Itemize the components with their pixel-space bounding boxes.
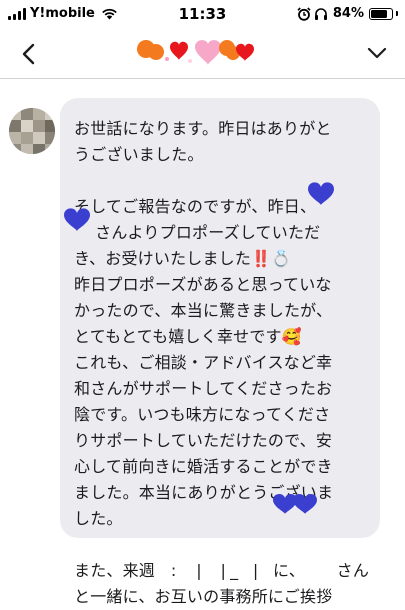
battery-percent: 84% — [332, 6, 364, 21]
chevron-down-icon[interactable] — [366, 44, 388, 62]
conversation-header — [0, 30, 405, 79]
message-paragraph-1: お世話になります。昨日はありがと うございました。 — [74, 119, 332, 164]
battery-level-fill — [371, 9, 388, 18]
obscured-contact-name[interactable] — [132, 33, 272, 71]
redaction-heart-icon — [308, 182, 334, 205]
redaction-heart-icon — [64, 208, 90, 231]
message-paragraph-3: また、来週 : ❘ ❘_ ❘ に、 さん と一緒に、お互いの事務所にご挨拶 — [74, 561, 370, 606]
battery-tip — [396, 11, 398, 16]
message-paragraph-2: そしてご報告なのですが、昨日、 さんよりプロポーズしていただ き、お受けいたしま… — [74, 197, 334, 528]
sender-avatar[interactable] — [9, 108, 55, 154]
headphones-icon — [314, 7, 327, 20]
alarm-icon — [297, 6, 311, 21]
status-bar-right: 84% — [297, 6, 398, 21]
battery-icon — [369, 7, 393, 20]
message-bubble[interactable]: お世話になります。昨日はありがと うございました。 そしてご報告なのですが、昨日… — [60, 98, 380, 606]
status-bar: Y!mobile 11:33 84% — [0, 0, 405, 30]
chevron-left-icon[interactable] — [19, 42, 39, 66]
redaction-hearts-icon — [273, 494, 317, 514]
